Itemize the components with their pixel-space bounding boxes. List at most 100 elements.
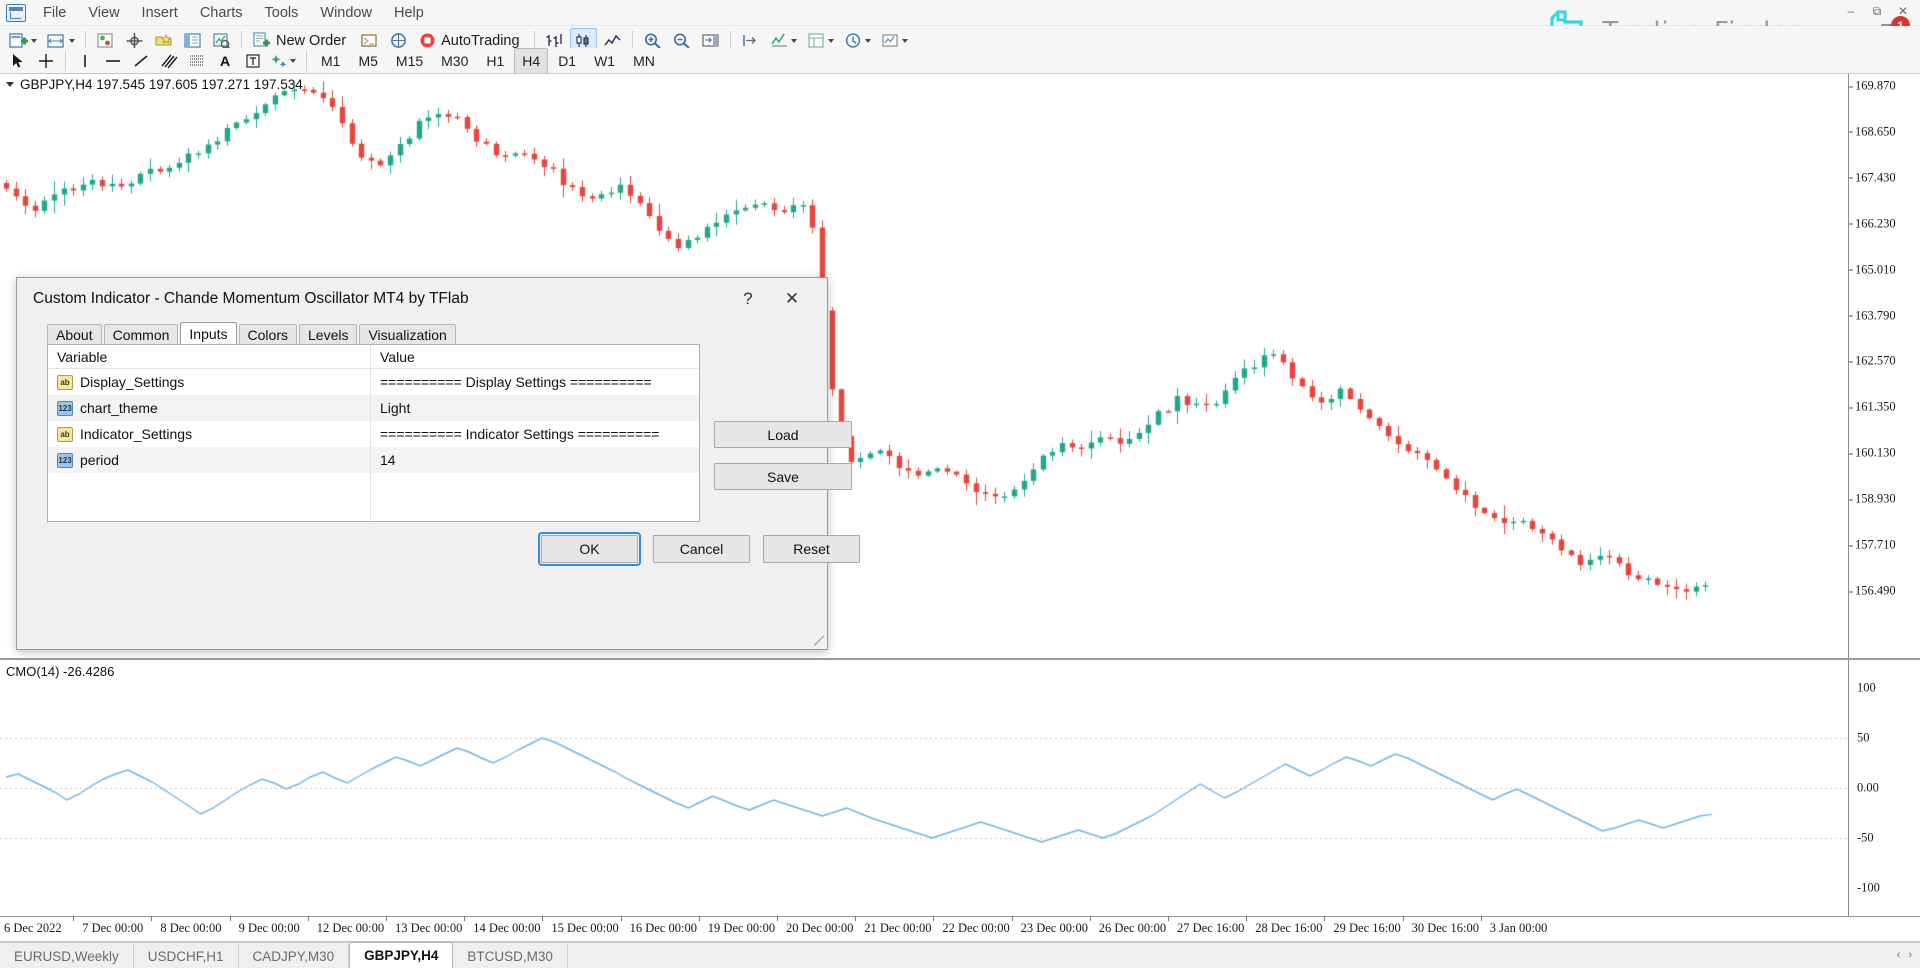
indicator-pane[interactable]: CMO(14) -26.4286 100500.00-50-100 [0,658,1920,916]
fibonacci-icon[interactable] [184,48,210,74]
timeframe-h1[interactable]: H1 [478,48,512,74]
custom-indicator-dialog[interactable]: Custom Indicator - Chande Momentum Oscil… [16,277,828,650]
menu-item-window[interactable]: Window [309,1,383,25]
column-header-variable: Variable [48,349,370,365]
variable-name: chart_theme [80,400,158,416]
timeframe-m15[interactable]: M15 [388,48,431,74]
reset-button[interactable]: Reset [763,535,860,563]
time-tick: 7 Dec 00:00 [82,921,143,936]
time-tick: 6 Dec 2022 [4,921,62,936]
variable-name: period [80,452,119,468]
time-tick: 14 Dec 00:00 [473,921,540,936]
tab-levels[interactable]: Levels [299,324,357,345]
tab-inputs[interactable]: Inputs [180,322,236,345]
tab-scroll-right-icon[interactable]: › [1908,949,1912,961]
price-tick: 165.010 [1855,262,1896,277]
tab-about[interactable]: About [47,324,102,345]
autotrading-label: AutoTrading [441,33,519,49]
menu-item-help[interactable]: Help [383,1,435,25]
time-tick: 13 Dec 00:00 [395,921,462,936]
vertical-line-icon[interactable] [72,48,98,74]
chart-tab-btcusd-m30[interactable]: BTCUSD,M30 [453,944,568,968]
indicator-tick: 100 [1857,681,1876,696]
time-tick: 20 Dec 00:00 [786,921,853,936]
variable-name: Display_Settings [80,374,184,390]
minimize-icon[interactable]: – [1838,0,1864,22]
close-icon[interactable]: ✕ [775,286,809,312]
variable-value[interactable]: Light [370,395,699,421]
table-row[interactable]: 123 chart_theme Light [48,395,699,421]
chart-tab-gbpjpy-h4[interactable]: GBPJPY,H4 [349,942,453,968]
time-tick: 22 Dec 00:00 [942,921,1009,936]
tab-common[interactable]: Common [104,324,179,345]
time-axis: 6 Dec 20227 Dec 00:008 Dec 00:009 Dec 00… [0,916,1920,942]
chart-tab-cadjpy-m30[interactable]: CADJPY,M30 [239,944,350,968]
mt4-logo-icon [6,4,26,22]
indicator-tick: 0.00 [1857,781,1879,796]
price-tick: 167.430 [1855,170,1896,185]
inputs-grid[interactable]: Variable Value ab Display_Settings =====… [47,344,700,522]
menu-item-charts[interactable]: Charts [189,1,254,25]
timeframe-m1[interactable]: M1 [313,48,348,74]
table-row[interactable]: ab Display_Settings ========== Display S… [48,369,699,395]
shapes-icon[interactable] [268,48,300,74]
time-tick: 26 Dec 00:00 [1099,921,1166,936]
timeframe-m5[interactable]: M5 [350,48,385,74]
time-tick: 28 Dec 16:00 [1255,921,1322,936]
variable-name: Indicator_Settings [80,426,192,442]
time-tick: 3 Jan 00:00 [1490,921,1548,936]
menu-item-insert[interactable]: Insert [131,1,189,25]
restore-icon[interactable]: ⧉ [1864,0,1890,22]
timeframe-d1[interactable]: D1 [550,48,584,74]
indicator-tick: -100 [1857,881,1880,896]
variable-value[interactable]: ========== Display Settings ========== [370,369,699,395]
help-icon[interactable]: ? [733,286,763,312]
price-axis[interactable]: 169.870168.650167.430166.230165.010163.7… [1848,74,1920,659]
time-tick: 30 Dec 16:00 [1412,921,1479,936]
tab-visualization[interactable]: Visualization [359,324,455,345]
column-header-value: Value [370,345,699,368]
horizontal-line-icon[interactable] [100,48,126,74]
timeframe-w1[interactable]: W1 [586,48,623,74]
menu-item-file[interactable]: File [32,1,77,25]
table-row[interactable]: ab Indicator_Settings ========== Indicat… [48,421,699,447]
text-icon[interactable]: A [212,48,238,74]
ok-button[interactable]: OK [541,535,638,563]
price-tick: 160.130 [1855,446,1896,461]
menu-item-tools[interactable]: Tools [254,1,310,25]
cancel-button[interactable]: Cancel [653,535,750,563]
save-button[interactable]: Save [714,463,852,490]
table-row[interactable]: 123 period 14 [48,447,699,473]
crosshair-icon[interactable] [33,48,59,74]
variable-value[interactable]: ========== Indicator Settings ========== [370,421,699,447]
trendline-icon[interactable] [128,48,154,74]
cursor-icon[interactable] [5,48,31,74]
timeframe-h4[interactable]: H4 [514,48,548,74]
grid-column-divider[interactable] [370,345,371,521]
chart-tab-eurusd-weekly[interactable]: EURUSD,Weekly [0,944,134,968]
price-tick: 158.930 [1855,492,1896,507]
time-tick: 15 Dec 00:00 [551,921,618,936]
timeframe-m30[interactable]: M30 [433,48,476,74]
draw-toolbar: A M1 M5 M15 M30 H1 H4 D1 W1 MN [0,48,1920,75]
timeframe-mn[interactable]: MN [625,48,663,74]
grid-header-row: Variable Value [48,345,699,369]
time-tick: 9 Dec 00:00 [239,921,300,936]
load-button[interactable]: Load [714,421,852,448]
indicator-axis[interactable]: 100500.00-50-100 [1848,660,1920,918]
tab-scroll-left-icon[interactable]: ‹ [1897,949,1901,961]
price-tick: 166.230 [1855,216,1896,231]
price-tick: 163.790 [1855,308,1896,323]
tab-colors[interactable]: Colors [239,324,297,345]
text-label-icon[interactable] [240,48,266,74]
indicator-tick: -50 [1857,831,1874,846]
channels-icon[interactable] [156,48,182,74]
price-tick: 156.490 [1855,584,1896,599]
variable-value[interactable]: 14 [370,447,699,473]
chart-tab-usdchf-h1[interactable]: USDCHF,H1 [134,944,239,968]
price-tick: 168.650 [1855,124,1896,139]
dialog-title: Custom Indicator - Chande Momentum Oscil… [33,290,469,308]
chart-tab-bar: EURUSD,Weekly USDCHF,H1 CADJPY,M30 GBPJP… [0,942,1920,968]
menu-item-view[interactable]: View [77,1,130,25]
dialog-resize-handle[interactable] [814,636,824,646]
